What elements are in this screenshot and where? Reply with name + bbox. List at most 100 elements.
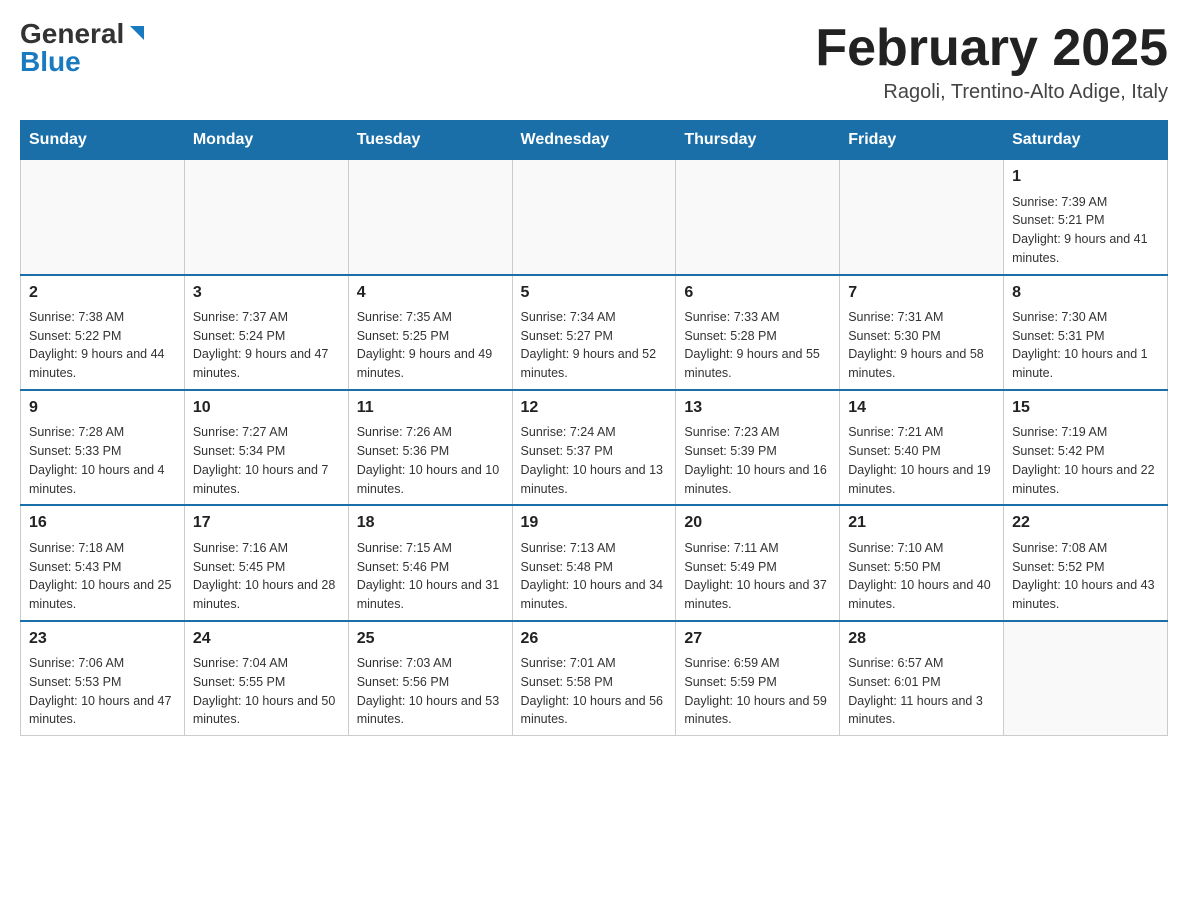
logo-general-text: General bbox=[20, 20, 124, 48]
calendar-cell: 26 Sunrise: 7:01 AMSunset: 5:58 PMDayligh… bbox=[512, 621, 676, 736]
day-number: 7 bbox=[848, 282, 995, 304]
day-number: 4 bbox=[357, 282, 504, 304]
calendar-cell: 14 Sunrise: 7:21 AMSunset: 5:40 PMDayligh… bbox=[840, 390, 1004, 505]
calendar-cell: 9 Sunrise: 7:28 AMSunset: 5:33 PMDaylight… bbox=[21, 390, 185, 505]
day-number: 3 bbox=[193, 282, 340, 304]
day-info: Sunrise: 7:21 AMSunset: 5:40 PMDaylight:… bbox=[848, 423, 995, 498]
day-number: 18 bbox=[357, 512, 504, 534]
day-header-saturday: Saturday bbox=[1004, 121, 1168, 160]
day-info: Sunrise: 7:06 AMSunset: 5:53 PMDaylight:… bbox=[29, 654, 176, 729]
calendar-cell: 4 Sunrise: 7:35 AMSunset: 5:25 PMDaylight… bbox=[348, 275, 512, 390]
day-info: Sunrise: 7:01 AMSunset: 5:58 PMDaylight:… bbox=[521, 654, 668, 729]
calendar-cell: 13 Sunrise: 7:23 AMSunset: 5:39 PMDayligh… bbox=[676, 390, 840, 505]
day-number: 11 bbox=[357, 397, 504, 419]
calendar-cell bbox=[348, 160, 512, 275]
calendar-week-row: 16 Sunrise: 7:18 AMSunset: 5:43 PMDayligh… bbox=[21, 505, 1168, 620]
day-info: Sunrise: 7:04 AMSunset: 5:55 PMDaylight:… bbox=[193, 654, 340, 729]
day-number: 10 bbox=[193, 397, 340, 419]
day-number: 26 bbox=[521, 628, 668, 650]
calendar-cell: 23Sunrise: 7:06 AMSunset: 5:53 PMDayligh… bbox=[21, 621, 185, 736]
day-number: 8 bbox=[1012, 282, 1159, 304]
calendar-cell: 25 Sunrise: 7:03 AMSunset: 5:56 PMDayligh… bbox=[348, 621, 512, 736]
calendar-cell: 28 Sunrise: 6:57 AMSunset: 6:01 PMDayligh… bbox=[840, 621, 1004, 736]
logo-arrow-icon bbox=[126, 22, 148, 44]
day-info: Sunrise: 7:11 AMSunset: 5:49 PMDaylight:… bbox=[684, 539, 831, 614]
day-number: 25 bbox=[357, 628, 504, 650]
calendar-cell: 20 Sunrise: 7:11 AMSunset: 5:49 PMDayligh… bbox=[676, 505, 840, 620]
day-number: 6 bbox=[684, 282, 831, 304]
day-info: Sunrise: 6:57 AMSunset: 6:01 PMDaylight:… bbox=[848, 654, 995, 729]
calendar-cell: 19 Sunrise: 7:13 AMSunset: 5:48 PMDayligh… bbox=[512, 505, 676, 620]
day-info: Sunrise: 7:15 AMSunset: 5:46 PMDaylight:… bbox=[357, 539, 504, 614]
calendar-week-row: 2 Sunrise: 7:38 AMSunset: 5:22 PMDaylight… bbox=[21, 275, 1168, 390]
title-area: February 2025 Ragoli, Trentino-Alto Adig… bbox=[815, 20, 1168, 104]
day-number: 22 bbox=[1012, 512, 1159, 534]
day-number: 19 bbox=[521, 512, 668, 534]
day-header-monday: Monday bbox=[184, 121, 348, 160]
calendar-cell: 15 Sunrise: 7:19 AMSunset: 5:42 PMDayligh… bbox=[1004, 390, 1168, 505]
day-info: Sunrise: 7:23 AMSunset: 5:39 PMDaylight:… bbox=[684, 423, 831, 498]
day-header-wednesday: Wednesday bbox=[512, 121, 676, 160]
calendar-week-row: 9 Sunrise: 7:28 AMSunset: 5:33 PMDaylight… bbox=[21, 390, 1168, 505]
day-header-tuesday: Tuesday bbox=[348, 121, 512, 160]
calendar-cell bbox=[184, 160, 348, 275]
day-number: 20 bbox=[684, 512, 831, 534]
day-number: 24 bbox=[193, 628, 340, 650]
day-number: 5 bbox=[521, 282, 668, 304]
calendar-cell: 5Sunrise: 7:34 AMSunset: 5:27 PMDaylight… bbox=[512, 275, 676, 390]
day-number: 13 bbox=[684, 397, 831, 419]
calendar-title: February 2025 bbox=[815, 20, 1168, 77]
day-info: Sunrise: 7:30 AMSunset: 5:31 PMDaylight:… bbox=[1012, 308, 1159, 383]
day-info: Sunrise: 7:19 AMSunset: 5:42 PMDaylight:… bbox=[1012, 423, 1159, 498]
calendar-cell: 22Sunrise: 7:08 AMSunset: 5:52 PMDayligh… bbox=[1004, 505, 1168, 620]
day-number: 14 bbox=[848, 397, 995, 419]
day-header-friday: Friday bbox=[840, 121, 1004, 160]
day-info: Sunrise: 7:37 AMSunset: 5:24 PMDaylight:… bbox=[193, 308, 340, 383]
calendar-cell bbox=[1004, 621, 1168, 736]
day-number: 21 bbox=[848, 512, 995, 534]
calendar-cell: 2 Sunrise: 7:38 AMSunset: 5:22 PMDaylight… bbox=[21, 275, 185, 390]
day-info: Sunrise: 7:26 AMSunset: 5:36 PMDaylight:… bbox=[357, 423, 504, 498]
day-info: Sunrise: 7:38 AMSunset: 5:22 PMDaylight:… bbox=[29, 308, 176, 383]
day-info: Sunrise: 7:03 AMSunset: 5:56 PMDaylight:… bbox=[357, 654, 504, 729]
calendar-cell bbox=[512, 160, 676, 275]
calendar-cell: 18 Sunrise: 7:15 AMSunset: 5:46 PMDayligh… bbox=[348, 505, 512, 620]
calendar-cell: 27 Sunrise: 6:59 AMSunset: 5:59 PMDayligh… bbox=[676, 621, 840, 736]
calendar-cell: 1Sunrise: 7:39 AMSunset: 5:21 PMDaylight… bbox=[1004, 160, 1168, 275]
day-info: Sunrise: 7:16 AMSunset: 5:45 PMDaylight:… bbox=[193, 539, 340, 614]
day-info: Sunrise: 7:28 AMSunset: 5:33 PMDaylight:… bbox=[29, 423, 176, 498]
day-info: Sunrise: 7:33 AMSunset: 5:28 PMDaylight:… bbox=[684, 308, 831, 383]
day-info: Sunrise: 7:10 AMSunset: 5:50 PMDaylight:… bbox=[848, 539, 995, 614]
calendar-week-row: 1Sunrise: 7:39 AMSunset: 5:21 PMDaylight… bbox=[21, 160, 1168, 275]
calendar-table: SundayMondayTuesdayWednesdayThursdayFrid… bbox=[20, 120, 1168, 736]
day-info: Sunrise: 7:18 AMSunset: 5:43 PMDaylight:… bbox=[29, 539, 176, 614]
calendar-cell: 16 Sunrise: 7:18 AMSunset: 5:43 PMDayligh… bbox=[21, 505, 185, 620]
calendar-cell bbox=[676, 160, 840, 275]
day-number: 2 bbox=[29, 282, 176, 304]
calendar-cell bbox=[840, 160, 1004, 275]
calendar-cell: 6 Sunrise: 7:33 AMSunset: 5:28 PMDaylight… bbox=[676, 275, 840, 390]
logo-blue-text: Blue bbox=[20, 48, 81, 76]
day-info: Sunrise: 7:35 AMSunset: 5:25 PMDaylight:… bbox=[357, 308, 504, 383]
calendar-cell: 24 Sunrise: 7:04 AMSunset: 5:55 PMDayligh… bbox=[184, 621, 348, 736]
calendar-header-row: SundayMondayTuesdayWednesdayThursdayFrid… bbox=[21, 121, 1168, 160]
day-number: 16 bbox=[29, 512, 176, 534]
calendar-week-row: 23Sunrise: 7:06 AMSunset: 5:53 PMDayligh… bbox=[21, 621, 1168, 736]
logo: General Blue bbox=[20, 20, 148, 76]
day-info: Sunrise: 7:13 AMSunset: 5:48 PMDaylight:… bbox=[521, 539, 668, 614]
day-number: 17 bbox=[193, 512, 340, 534]
day-number: 9 bbox=[29, 397, 176, 419]
calendar-cell: 3 Sunrise: 7:37 AMSunset: 5:24 PMDaylight… bbox=[184, 275, 348, 390]
day-header-sunday: Sunday bbox=[21, 121, 185, 160]
calendar-cell: 17 Sunrise: 7:16 AMSunset: 5:45 PMDayligh… bbox=[184, 505, 348, 620]
day-info: Sunrise: 6:59 AMSunset: 5:59 PMDaylight:… bbox=[684, 654, 831, 729]
day-number: 15 bbox=[1012, 397, 1159, 419]
day-header-thursday: Thursday bbox=[676, 121, 840, 160]
header: General Blue February 2025 Ragoli, Trent… bbox=[20, 20, 1168, 104]
day-info: Sunrise: 7:31 AMSunset: 5:30 PMDaylight:… bbox=[848, 308, 995, 383]
day-info: Sunrise: 7:24 AMSunset: 5:37 PMDaylight:… bbox=[521, 423, 668, 498]
calendar-cell: 11 Sunrise: 7:26 AMSunset: 5:36 PMDayligh… bbox=[348, 390, 512, 505]
day-number: 28 bbox=[848, 628, 995, 650]
day-number: 27 bbox=[684, 628, 831, 650]
calendar-cell: 12Sunrise: 7:24 AMSunset: 5:37 PMDayligh… bbox=[512, 390, 676, 505]
